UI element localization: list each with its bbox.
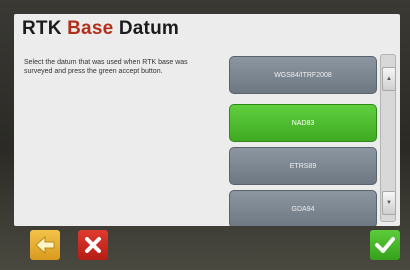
title-word-rtk: RTK — [22, 18, 62, 39]
datum-option-etrs89[interactable]: ETRS89 — [229, 147, 377, 185]
datum-option-wgs84[interactable]: WGS84/ITRF2008 — [229, 56, 377, 94]
display-screen: RTK Base Datum Select the datum that was… — [14, 14, 400, 226]
accept-button[interactable] — [370, 230, 400, 260]
cancel-button[interactable] — [78, 230, 108, 260]
checkmark-icon — [375, 237, 395, 253]
back-button[interactable] — [30, 230, 60, 260]
scroll-up-arrow-icon[interactable]: ▲ — [382, 67, 396, 91]
option-list-scrollbar[interactable]: ▲ ▼ — [380, 54, 396, 222]
datum-option-nad83[interactable]: NAD83 — [229, 104, 377, 142]
title-word-datum: Datum — [118, 18, 179, 39]
title-word-base: Base — [67, 18, 114, 39]
page-title: RTK Base Datum — [22, 18, 179, 40]
datum-option-label: WGS84/ITRF2008 — [274, 71, 332, 79]
datum-option-label: NAD83 — [291, 119, 315, 127]
instructions-text: Select the datum that was used when RTK … — [24, 59, 188, 75]
x-icon — [85, 237, 101, 253]
scroll-down-arrow-icon[interactable]: ▼ — [382, 191, 396, 215]
datum-option-gda94[interactable]: GDA94 — [229, 190, 377, 226]
datum-option-label: GDA94 — [291, 205, 315, 213]
datum-option-label: ETRS89 — [289, 162, 317, 170]
arrow-left-icon — [35, 235, 55, 255]
